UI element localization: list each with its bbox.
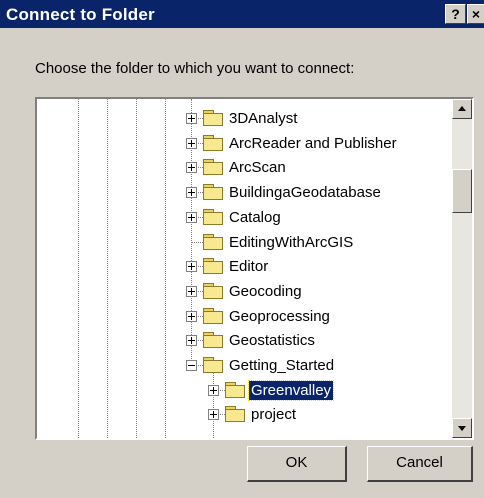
folder-icon [203,307,223,324]
tree-item[interactable]: Getting_Started [37,354,447,378]
window-title: Connect to Folder [6,5,155,24]
folder-icon [203,208,223,225]
folder-icon [203,110,223,126]
tree-item[interactable]: 3DAnalyst [37,107,447,131]
scroll-thumb[interactable] [452,169,472,213]
tree-item[interactable]: Geocoding [37,280,447,304]
ok-button[interactable]: OK [247,446,347,482]
title-bar[interactable]: Connect to Folder ? × [0,0,484,28]
tree-item-label: Geoprocessing [229,307,330,325]
folder-icon [203,357,223,373]
expand-icon[interactable] [186,187,197,199]
tree-item[interactable]: BuildingaGeodatabase [37,181,447,205]
tree-item-label: Geocoding [229,282,302,300]
expand-icon[interactable] [186,285,197,297]
scroll-down-button[interactable] [452,418,472,438]
dialog-prompt: Choose the folder to which you want to c… [35,60,355,77]
expand-icon[interactable] [186,261,197,273]
tree-item[interactable]: ArcReader and Publisher [37,132,447,156]
folder-icon [225,406,245,423]
cancel-button[interactable]: Cancel [367,446,473,482]
tree-item[interactable]: EditingWithArcGIS [37,231,447,255]
folder-icon [225,381,245,398]
tree-item-label: Editor [229,258,269,276]
expand-icon[interactable] [208,384,219,396]
tree-item-label: ArcReader and Publisher [229,134,397,152]
folder-icon [203,159,223,176]
folder-icon [203,332,223,349]
expand-icon[interactable] [186,113,197,124]
expand-icon[interactable] [186,335,197,347]
tree-item-label: 3DAnalyst [229,110,298,127]
expand-icon[interactable] [186,137,197,149]
folder-icon [203,134,223,151]
folder-tree[interactable]: 3DAnalyst ArcReader and Publisher ArcScan B… [35,97,474,440]
expand-icon[interactable] [186,211,197,223]
tree-item-label: Getting_Started [229,357,335,374]
folder-icon [203,184,223,201]
expand-icon[interactable] [186,162,197,174]
arrow-down-icon [458,426,466,431]
collapse-icon[interactable] [186,360,197,371]
tree-item[interactable]: Geostatistics [37,329,447,353]
tree-item[interactable]: ArcScan [37,156,447,180]
tree-item[interactable]: Geoprocessing [37,305,447,329]
tree-item-label: ArcScan [229,159,286,177]
folder-icon [203,233,223,250]
tree-item-label: BuildingaGeodatabase [229,184,381,202]
tree-item-label: Greenvalley [247,379,335,401]
expand-icon[interactable] [208,409,219,421]
tree-item-label: project [251,406,297,424]
tree-item-label: EditingWithArcGIS [229,233,354,251]
vertical-scrollbar[interactable] [452,99,472,438]
tree-item[interactable]: project [37,403,447,427]
arrow-up-icon [458,106,466,111]
expand-icon[interactable] [186,310,197,322]
tree-item-label: Catalog [229,208,281,226]
close-button[interactable]: × [467,4,484,24]
help-button[interactable]: ? [445,4,466,24]
tree-item[interactable]: Greenvalley [37,379,447,403]
folder-icon [203,282,223,299]
tree-item-label: Geostatistics [229,332,315,350]
scroll-up-button[interactable] [452,99,472,119]
tree-item[interactable]: Catalog [37,206,447,230]
folder-icon [203,258,223,275]
tree-item[interactable]: Editor [37,255,447,279]
